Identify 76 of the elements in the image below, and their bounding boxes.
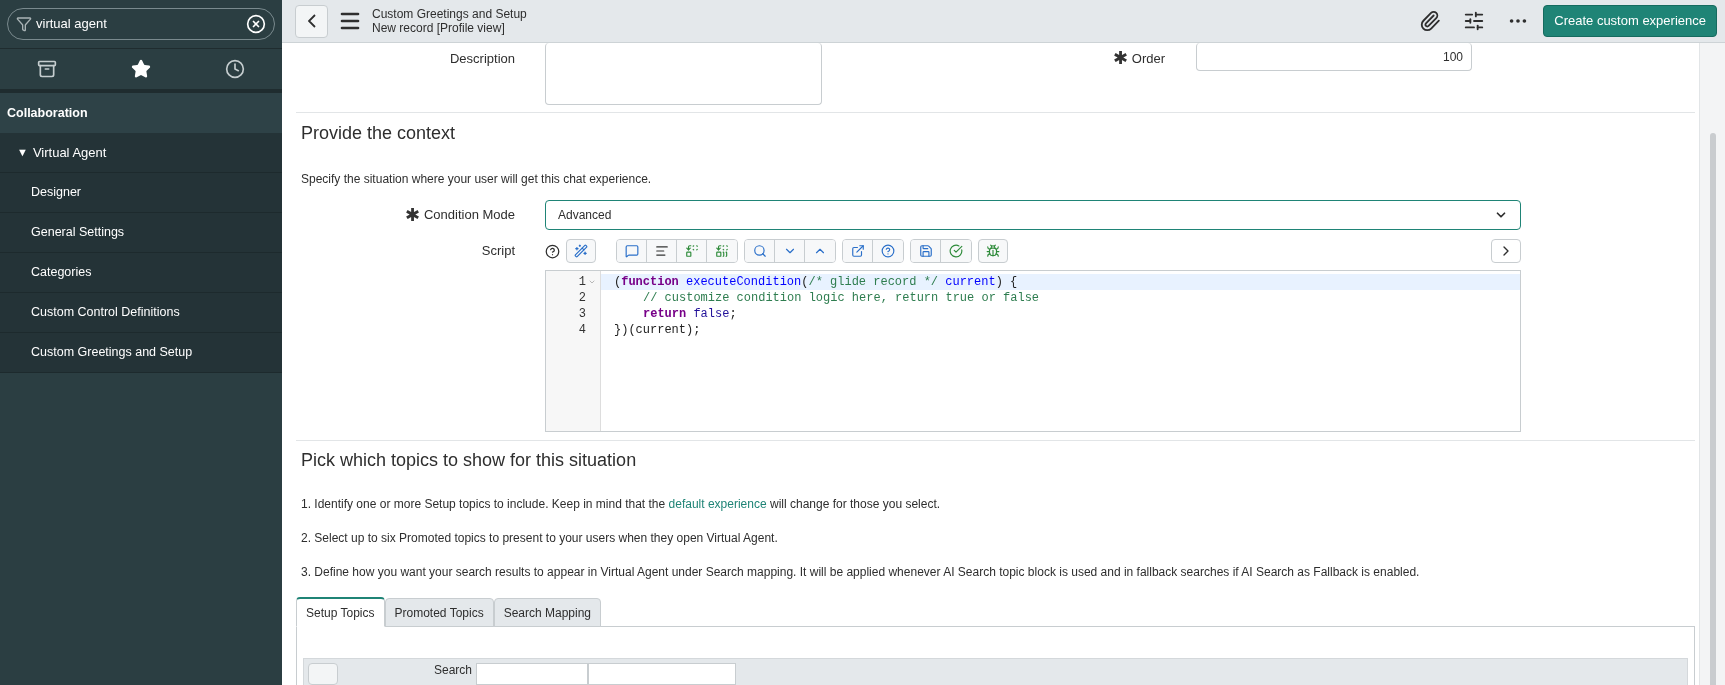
check-circle-icon (949, 244, 963, 258)
tab[interactable]: Setup Topics (296, 597, 385, 627)
replace-button[interactable] (677, 240, 707, 262)
comment-icon (624, 244, 639, 258)
condition-mode-select[interactable]: Advanced (545, 200, 1521, 230)
help-button[interactable] (873, 240, 903, 262)
fullscreen-button[interactable] (843, 240, 873, 262)
nav-group[interactable]: ▼ Virtual Agent (0, 133, 282, 173)
required-mark: ✱ (1112, 49, 1128, 67)
paperclip-icon[interactable] (1419, 10, 1442, 32)
star-icon[interactable] (131, 59, 151, 79)
line-number: 2 (578, 290, 586, 306)
search-field[interactable] (588, 663, 737, 685)
clear-icon[interactable] (246, 14, 266, 34)
nav-item[interactable]: General Settings (0, 213, 282, 253)
section-description: Specify the situation where your user will get this chat experience. (301, 171, 653, 188)
code-line: })(current); (613, 322, 702, 338)
instruction-text: 3. Define how you want your search results to appear in Virtual Agent under Search mapping. It will be applied whenever AI Search topic block is used and in fallback searches if AI Search as Fallback is enabled. (301, 564, 1421, 580)
format-button[interactable] (647, 240, 677, 262)
expand-toolbar-button[interactable] (1491, 239, 1521, 263)
section-heading: Pick which topics to show for this situation (301, 449, 638, 472)
search-button[interactable] (745, 240, 775, 262)
code-line: // customize condition logic here, return true or false (642, 290, 1041, 306)
create-button[interactable]: Create custom experience (1543, 5, 1717, 37)
nav-section[interactable]: Collaboration (0, 93, 282, 133)
line-number: 1 (578, 274, 586, 290)
nav-item[interactable]: Categories (0, 253, 282, 293)
wand-icon (574, 244, 588, 258)
replace-all-icon (715, 244, 729, 258)
code-line: return false; (642, 306, 738, 322)
nav-item[interactable]: Custom Control Definitions (0, 293, 282, 333)
tab[interactable]: Search Mapping (493, 598, 602, 627)
next-button[interactable] (775, 240, 805, 262)
required-mark: ✱ (404, 206, 420, 224)
debug-button[interactable] (978, 239, 1008, 263)
instruction-text: 1. Identify one or more Setup topics to include. Keep in mind that the default experience will change for those you select. (301, 496, 942, 512)
replace-icon (684, 244, 699, 258)
help-icon (881, 244, 895, 258)
help-icon[interactable] (545, 243, 560, 259)
nav-group-label: Virtual Agent (32, 143, 107, 162)
nav-item[interactable]: Designer (0, 173, 282, 213)
validate-button[interactable] (941, 240, 971, 262)
search-field-select[interactable] (476, 663, 589, 685)
nav-item[interactable]: Custom Greetings and Setup (0, 333, 282, 373)
line-number: 4 (578, 322, 586, 338)
record-subtitle: New record [Profile view] (372, 21, 506, 35)
description-label: Description (449, 51, 515, 66)
save-button[interactable] (911, 240, 941, 262)
save-icon (918, 244, 933, 258)
code-editor[interactable]: 1 2 3 4 (function executeCondition(/* glide record */ current) { // customize condition logic here, return true or false return false; })(current); (545, 270, 1521, 432)
comment-button[interactable] (617, 240, 647, 262)
filter-value: virtual agent (36, 15, 108, 34)
expand-marker: ▼ (17, 145, 28, 161)
section-heading: Provide the context (301, 122, 457, 145)
search-icon (752, 244, 767, 258)
tab[interactable]: Promoted Topics (384, 598, 494, 627)
record-title: Custom Greetings and Setup (372, 7, 527, 21)
back-icon (307, 14, 316, 28)
script-label: Script (481, 243, 515, 259)
bug-icon (986, 244, 1000, 258)
instruction-text: 2. Select up to six Promoted topics to present to your users when they open Virtual Agent. (301, 530, 779, 546)
clock-icon[interactable] (225, 59, 245, 79)
condition-mode-label: Condition Mode (423, 206, 515, 225)
align-left-icon (654, 244, 669, 258)
back-button[interactable] (295, 4, 328, 38)
previous-button[interactable] (805, 240, 835, 262)
sliders-icon[interactable] (1463, 10, 1486, 32)
archive-icon[interactable] (37, 59, 57, 79)
order-label: Order (1131, 50, 1165, 68)
search-label: Search (434, 663, 473, 677)
line-number: 3 (578, 306, 586, 322)
script-assistant-button[interactable] (566, 239, 596, 263)
external-link-icon (850, 244, 865, 258)
replace-all-button[interactable] (707, 240, 737, 262)
filter-icon (16, 16, 32, 32)
default-experience-link[interactable]: default experience (668, 497, 767, 511)
